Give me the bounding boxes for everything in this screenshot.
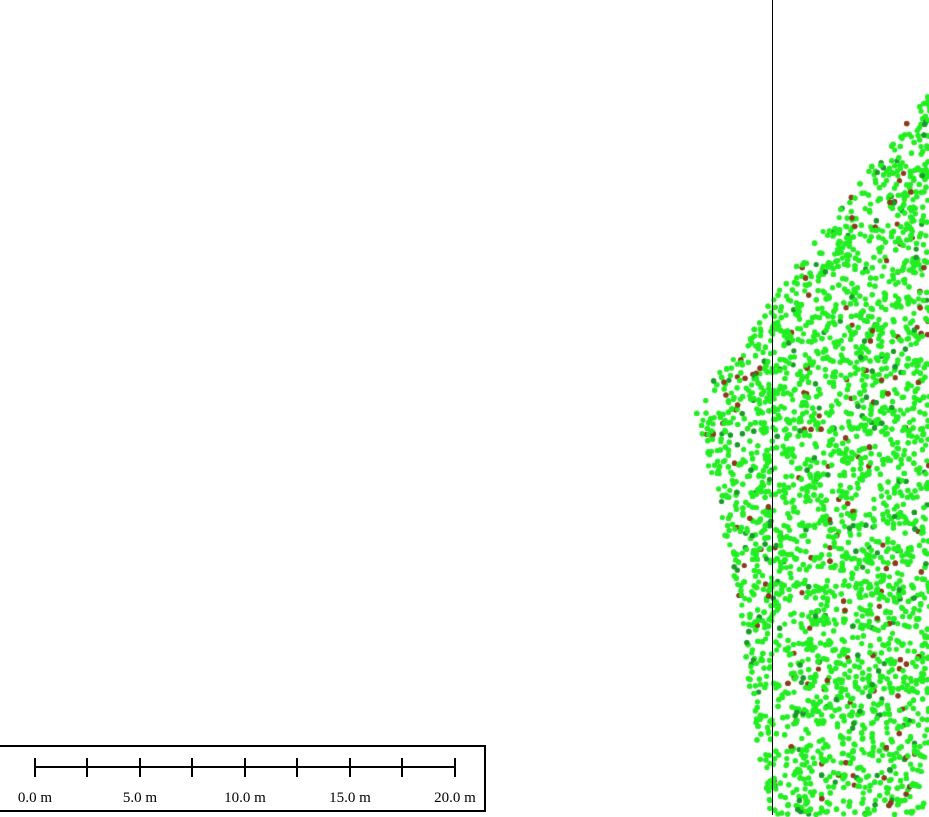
scale-label-0: 0.0 m [17,790,53,806]
scale-label-15: 15.0 m [329,790,371,806]
scale-label-10: 10.0 m [224,790,266,806]
scale-label-20: 20.0 m [434,790,476,806]
point-cloud-map[interactable] [0,0,929,817]
vertical-reference-line [772,0,773,815]
scale-bar: 0.0 m 5.0 m 10.0 m 15.0 m 20.0 m [0,745,486,812]
scale-label-5: 5.0 m [122,790,158,806]
